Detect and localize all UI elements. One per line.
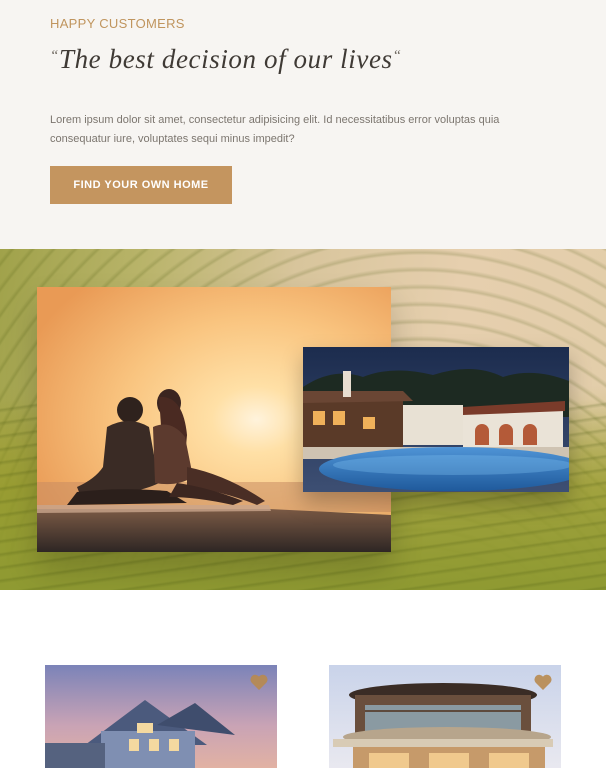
listing-card[interactable]	[329, 665, 561, 768]
quote-text: The best decision of our lives	[58, 44, 393, 74]
open-quote-mark: “	[50, 48, 59, 64]
page: HAPPY CUSTOMERS “The best decision of ou…	[0, 0, 606, 768]
testimonial-section: HAPPY CUSTOMERS “The best decision of ou…	[0, 0, 606, 249]
favorite-button[interactable]	[249, 673, 269, 691]
testimonial-body: Lorem ipsum dolor sit amet, consectetur …	[50, 114, 500, 145]
favorite-button[interactable]	[533, 673, 553, 691]
heart-icon	[250, 674, 268, 690]
listing-card[interactable]	[45, 665, 277, 768]
hero-collage	[0, 249, 606, 590]
heart-icon	[534, 674, 552, 690]
listings-section	[0, 590, 606, 768]
testimonial-quote: “The best decision of our lives“	[50, 44, 402, 75]
section-eyebrow: HAPPY CUSTOMERS	[50, 16, 185, 31]
find-home-button[interactable]: FIND YOUR OWN HOME	[50, 166, 232, 204]
suburban-house-photo	[45, 665, 277, 768]
villa-pool-photo	[303, 347, 569, 492]
modern-round-building-photo	[329, 665, 561, 768]
close-quote-mark: “	[392, 48, 402, 64]
